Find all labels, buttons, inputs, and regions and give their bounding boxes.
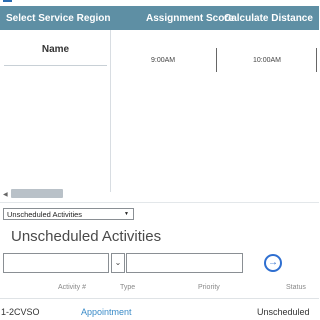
go-button[interactable]: → (264, 254, 282, 272)
dropdown-arrow-icon: ▼ (124, 211, 129, 217)
horizontal-scrollbar-thumb[interactable] (11, 189, 63, 198)
chevron-down-icon: ⌄ (114, 258, 122, 267)
assignment-score-button[interactable]: Assignment Score (146, 13, 234, 24)
name-column-header: Name (41, 44, 70, 55)
activity-view-select[interactable]: Unscheduled Activities ▼ (3, 208, 134, 220)
name-header-divider (4, 65, 107, 66)
table-header-divider (0, 298, 319, 299)
filter-operator-dropdown[interactable]: ⌄ (111, 253, 125, 273)
time-gridline-10am (316, 48, 317, 72)
table-cell-activity-number: 1-2CVSO (1, 307, 40, 317)
column-header-priority[interactable]: Priority (198, 284, 220, 291)
section-title: Unscheduled Activities (11, 228, 162, 245)
column-header-status[interactable]: Status (286, 284, 306, 291)
panel-divider (0, 202, 319, 203)
time-gridline-9am (216, 48, 217, 72)
table-cell-status: Unscheduled (257, 307, 310, 317)
filter-value-input[interactable] (126, 253, 243, 273)
column-header-activity-number[interactable]: Activity # (58, 284, 86, 291)
filter-field-input[interactable] (3, 253, 109, 273)
gantt-name-column: Name (0, 30, 111, 192)
toolbar: Select Service Region Assignment Score C… (0, 6, 319, 30)
scroll-left-arrow-icon[interactable]: ◀ (3, 191, 8, 198)
arrow-circle-right-icon: → (268, 257, 278, 268)
column-header-type[interactable]: Type (120, 284, 135, 291)
table-cell-type-link[interactable]: Appointment (81, 307, 132, 317)
calculate-distance-button[interactable]: Calculate Distance (224, 13, 313, 24)
top-accent-bar (3, 0, 12, 2)
time-label-9am: 9:00AM (151, 57, 176, 64)
time-label-10am: 10:00AM (253, 57, 282, 64)
select-service-region-button[interactable]: Select Service Region (6, 13, 111, 24)
activity-view-select-value: Unscheduled Activities (7, 209, 83, 219)
